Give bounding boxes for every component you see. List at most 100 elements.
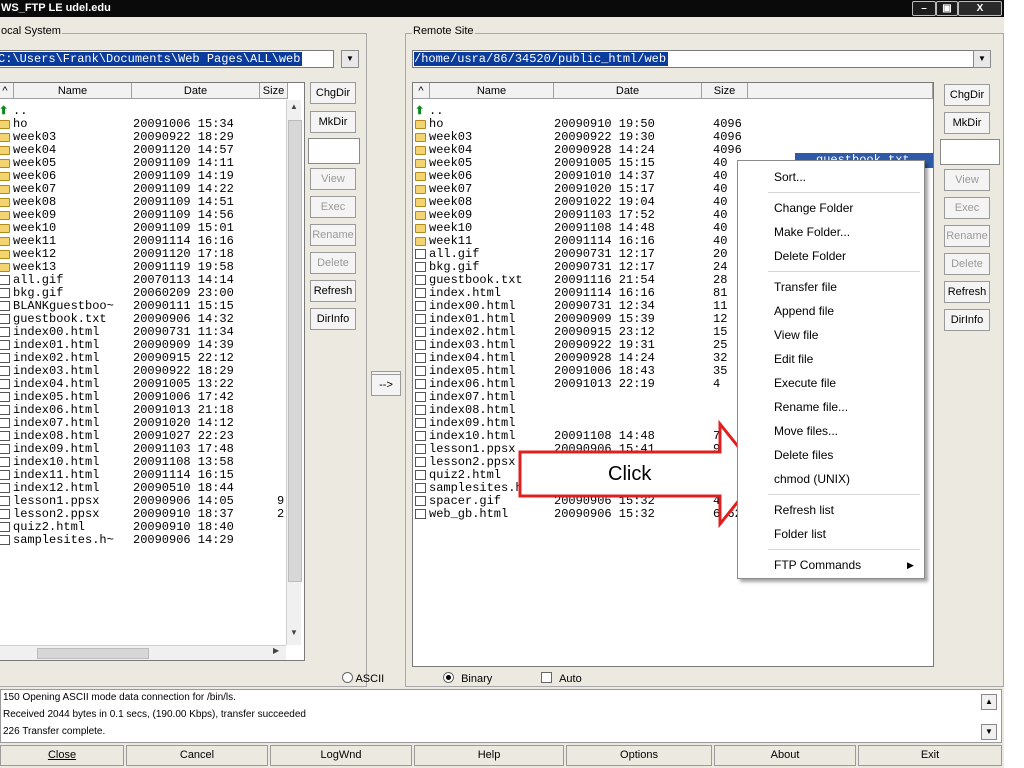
options-button[interactable]: Options (566, 745, 712, 766)
local-dirinfo-button[interactable]: DirInfo (310, 308, 356, 330)
local-hscroll-thumb[interactable] (37, 648, 149, 659)
file-icon (0, 379, 10, 389)
exit-button[interactable]: Exit (858, 745, 1002, 766)
status-log[interactable]: 150 Opening ASCII mode data connection f… (0, 689, 1002, 743)
logwnd-button[interactable]: LogWnd (270, 745, 412, 766)
remote-mkdir-button[interactable]: MkDir (944, 112, 990, 134)
local-command-box[interactable] (308, 138, 360, 164)
menu-separator (768, 549, 920, 550)
remote-chgdir-button[interactable]: ChgDir (944, 84, 990, 106)
context-menu-item-folder-list[interactable]: Folder list (774, 524, 914, 544)
auto-checkbox[interactable]: Auto (541, 672, 582, 685)
local-date-column-header[interactable]: Date (132, 83, 260, 99)
context-menu-item-edit-file[interactable]: Edit file (774, 349, 914, 369)
window-title: WS_FTP LE udel.edu (1, 2, 111, 14)
scroll-up-icon[interactable]: ▲ (981, 694, 997, 710)
context-menu-item-move-files[interactable]: Move files... (774, 421, 914, 441)
file-icon (415, 444, 426, 454)
scroll-down-icon[interactable]: ▼ (981, 724, 997, 740)
local-scroll-thumb[interactable] (288, 120, 302, 582)
remote-exec-button[interactable]: Exec (944, 197, 990, 219)
remote-path-dropdown-button[interactable]: ▼ (973, 50, 991, 68)
menu-item-label: Rename file... (774, 400, 849, 414)
file-icon (0, 301, 10, 311)
close-button[interactable]: Close (0, 745, 124, 766)
cancel-button[interactable]: Cancel (126, 745, 268, 766)
context-menu-item-change-folder[interactable]: Change Folder (774, 198, 914, 218)
local-sort-column-header[interactable]: ^ (0, 83, 14, 99)
scroll-right-icon[interactable]: ▶ (273, 646, 279, 655)
menu-item-label: Change Folder (774, 201, 854, 215)
local-path-field[interactable]: C:\Users\Frank\Documents\Web Pages\ALL\w… (0, 50, 334, 68)
menu-item-label: Edit file (774, 352, 814, 366)
local-horizontal-scrollbar[interactable]: ▶ (0, 645, 286, 660)
remote-size-column-header[interactable]: Size (702, 83, 748, 99)
remote-rename-button[interactable]: Rename (944, 225, 990, 247)
help-button[interactable]: Help (414, 745, 564, 766)
transfer-to-remote-button[interactable]: --> (371, 374, 401, 396)
close-window-button[interactable]: X (958, 1, 1002, 16)
menu-item-label: Transfer file (774, 280, 837, 294)
remote-path-field[interactable]: /home/usra/86/34520/public_html/web (412, 50, 979, 68)
remote-extra-column-header[interactable] (748, 83, 933, 99)
remote-view-button[interactable]: View (944, 169, 990, 191)
folder-icon (0, 133, 10, 142)
local-delete-button[interactable]: Delete (310, 252, 356, 274)
file-icon (0, 405, 10, 415)
local-file-list[interactable]: ^NameDateSize ⬆..ho20091006 15:34week032… (0, 82, 305, 661)
local-path-dropdown-button[interactable]: ▼ (341, 50, 359, 68)
minimize-button[interactable]: – (912, 1, 936, 16)
scroll-down-icon[interactable]: ▼ (287, 628, 301, 637)
local-name-column-header[interactable]: Name (14, 83, 132, 99)
remote-command-box[interactable] (940, 139, 1000, 165)
file-icon (415, 288, 426, 298)
remote-sort-column-header[interactable]: ^ (413, 83, 430, 99)
chevron-down-icon: ▼ (978, 54, 986, 63)
context-menu-item-rename-file[interactable]: Rename file... (774, 397, 914, 417)
ws-ftp-window: WS_FTP LE udel.edu – ▣ X ocal System C:\… (0, 0, 1004, 768)
context-menu-item-delete-folder[interactable]: Delete Folder (774, 246, 914, 266)
folder-icon (0, 263, 10, 272)
local-chgdir-button[interactable]: ChgDir (310, 82, 356, 104)
about-button[interactable]: About (714, 745, 856, 766)
local-view-button[interactable]: View (310, 168, 356, 190)
remote-delete-button[interactable]: Delete (944, 253, 990, 275)
local-vertical-scrollbar[interactable]: ▲ ▼ (286, 100, 302, 645)
remote-dirinfo-button[interactable]: DirInfo (944, 309, 990, 331)
context-menu-item-make-folder[interactable]: Make Folder... (774, 222, 914, 242)
binary-radio[interactable]: Binary (443, 672, 492, 685)
list-item[interactable]: samplesites.h~ 20090906 14:29 (0, 534, 286, 547)
local-mkdir-button[interactable]: MkDir (310, 111, 356, 133)
local-system-label: ocal System (0, 25, 62, 37)
context-menu-item-view-file[interactable]: View file (774, 325, 914, 345)
context-menu-item-ftp-commands[interactable]: FTP Commands ▶ (774, 555, 914, 575)
maximize-button[interactable]: ▣ (936, 1, 958, 16)
file-icon (415, 379, 426, 389)
menu-item-label: Delete Folder (774, 249, 847, 263)
parent-folder-icon: ⬆ (0, 106, 10, 117)
scroll-up-icon[interactable]: ▲ (287, 102, 301, 111)
context-menu-item-transfer-file[interactable]: Transfer file (774, 277, 914, 297)
local-refresh-button[interactable]: Refresh (310, 280, 356, 302)
remote-site-label: Remote Site (412, 25, 475, 37)
remote-name-column-header[interactable]: Name (430, 83, 554, 99)
file-icon (0, 457, 10, 467)
menu-item-label: Refresh list (774, 503, 835, 517)
file-icon (415, 340, 426, 350)
local-rename-button[interactable]: Rename (310, 224, 356, 246)
context-menu-item-append-file[interactable]: Append file (774, 301, 914, 321)
local-size-column-header[interactable]: Size (260, 83, 288, 99)
context-menu-item-execute-file[interactable]: Execute file (774, 373, 914, 393)
local-exec-button[interactable]: Exec (310, 196, 356, 218)
ascii-radio[interactable]: ASCII (342, 672, 384, 685)
context-menu-item-delete-files[interactable]: Delete files (774, 445, 914, 465)
context-menu-item-refresh-list[interactable]: Refresh list (774, 500, 914, 520)
file-icon (415, 483, 426, 493)
remote-refresh-button[interactable]: Refresh (944, 281, 990, 303)
menu-item-label: Delete files (774, 448, 834, 462)
context-menu-item-sort[interactable]: Sort... (774, 167, 914, 187)
context-menu-item-chmod-unix[interactable]: chmod (UNIX) (774, 469, 914, 489)
file-icon (0, 431, 10, 441)
remote-date-column-header[interactable]: Date (554, 83, 702, 99)
file-icon (415, 457, 426, 467)
